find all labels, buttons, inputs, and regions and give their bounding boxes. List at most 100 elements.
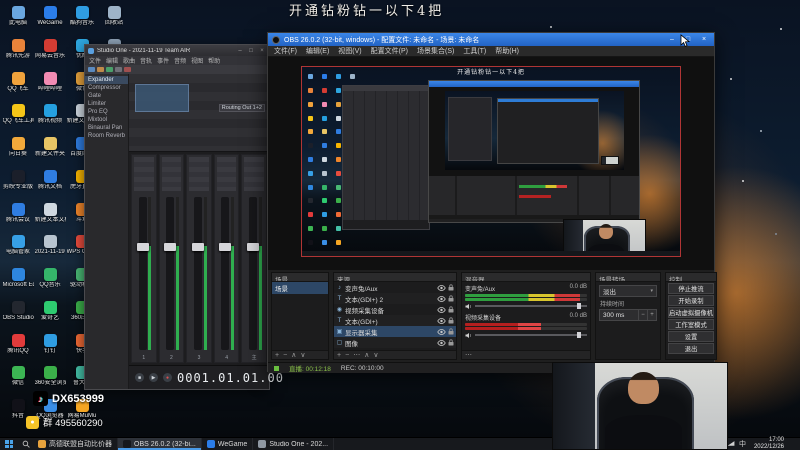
studio-one-menu-item[interactable]: 视图: [191, 56, 203, 65]
record-button[interactable]: ●: [163, 373, 172, 382]
slider-knob[interactable]: [577, 332, 582, 338]
studio-one-menu-item[interactable]: 文件: [89, 56, 101, 65]
add-scene-icon[interactable]: +: [275, 352, 279, 359]
slider-track[interactable]: [475, 303, 587, 309]
desktop-icon[interactable]: WeGame: [34, 6, 66, 39]
maximize-icon[interactable]: □: [247, 48, 255, 54]
console-channel-strip[interactable]: 3: [186, 154, 212, 363]
desktop-icon[interactable]: QQ飞车工具: [2, 104, 34, 137]
channel-fader[interactable]: [219, 197, 232, 350]
add-source-icon[interactable]: +: [337, 352, 341, 359]
effect-list-item[interactable]: Gate: [85, 92, 128, 100]
studio-one-menu-item[interactable]: 歌曲: [123, 56, 135, 65]
studio-one-menu-item[interactable]: 音频: [174, 56, 186, 65]
obs-control-button[interactable]: 退出: [668, 343, 714, 354]
toolbar-tool-icon[interactable]: [97, 67, 104, 72]
speaker-icon[interactable]: [465, 303, 472, 310]
effect-list-item[interactable]: Mixtool: [85, 116, 128, 124]
visibility-eye-icon[interactable]: [437, 306, 446, 313]
effect-list-item[interactable]: Expander: [85, 76, 128, 84]
taskbar-app-button[interactable]: OBS 26.0.2 (32-bi...: [118, 438, 202, 450]
move-source-down-icon[interactable]: ∨: [373, 351, 378, 359]
obs-control-button[interactable]: 启动虚拟摄像机: [668, 307, 714, 318]
remove-scene-icon[interactable]: −: [283, 352, 287, 359]
desktop-icon[interactable]: 回收站: [98, 6, 130, 39]
lock-icon[interactable]: [448, 339, 454, 346]
console-channel-strip[interactable]: 1: [131, 154, 157, 363]
studio-one-menu-item[interactable]: 音轨: [140, 56, 152, 65]
obs-preview-area[interactable]: 开通钻粉钻一以下4把: [268, 57, 714, 270]
visibility-eye-icon[interactable]: [437, 284, 446, 291]
close-icon[interactable]: ×: [698, 34, 710, 46]
studio-one-menu-item[interactable]: 帮助: [208, 56, 220, 65]
visibility-eye-icon[interactable]: [437, 295, 446, 302]
speaker-icon[interactable]: [465, 332, 472, 339]
lock-icon[interactable]: [448, 317, 454, 324]
obs-menu-item[interactable]: 工具(T): [463, 46, 486, 56]
transition-select[interactable]: 淡出 ▾: [599, 285, 657, 297]
remove-source-icon[interactable]: −: [345, 352, 349, 359]
desktop-icon[interactable]: 网易云音乐: [34, 38, 66, 72]
desktop-icon[interactable]: 新建文本文档: [34, 202, 66, 236]
stop-button[interactable]: ■: [135, 373, 144, 382]
close-icon[interactable]: ×: [258, 48, 266, 54]
play-button[interactable]: ▶: [149, 373, 158, 382]
source-properties-icon[interactable]: ⋯: [353, 351, 360, 359]
desktop-icon[interactable]: 腾讯先游: [2, 38, 34, 72]
lock-icon[interactable]: [448, 306, 454, 313]
obs-menu-item[interactable]: 配置文件(P): [371, 46, 408, 56]
toolbar-tool-icon[interactable]: [106, 67, 113, 72]
studio-one-menu-item[interactable]: 事件: [157, 56, 169, 65]
minimize-icon[interactable]: –: [666, 34, 678, 46]
obs-titlebar[interactable]: OBS 26.0.2 (32-bit, windows) - 配置文件: 未命名…: [268, 33, 714, 46]
slider-track[interactable]: [475, 332, 587, 338]
mixer-options-icon[interactable]: ⋯: [465, 351, 472, 359]
obs-menu-item[interactable]: 帮助(H): [495, 46, 519, 56]
desktop-icon[interactable]: 腾讯视频: [34, 104, 66, 137]
desktop-icon[interactable]: 此电脑: [2, 6, 34, 39]
search-button[interactable]: [18, 438, 33, 450]
minimize-icon[interactable]: –: [236, 48, 244, 54]
lock-icon[interactable]: [448, 295, 454, 302]
effect-list-item[interactable]: Compressor: [85, 84, 128, 92]
obs-window[interactable]: OBS 26.0.2 (32-bit, windows) - 配置文件: 未命名…: [267, 32, 717, 373]
desktop-icon[interactable]: 2021-11-19 Team AIR: [34, 235, 66, 268]
visibility-eye-icon[interactable]: [437, 339, 446, 346]
obs-control-button[interactable]: 工作室模式: [668, 319, 714, 330]
studio-one-arrangement[interactable]: Routing Out 1+2: [129, 74, 269, 152]
desktop-icon[interactable]: Microsoft Edge: [2, 268, 34, 301]
effect-list-item[interactable]: Limiter: [85, 100, 128, 108]
channel-fader[interactable]: [164, 197, 177, 350]
desktop-icon[interactable]: 爱奇艺: [34, 300, 66, 334]
obs-menu-item[interactable]: 文件(F): [274, 46, 297, 56]
desktop-icon[interactable]: 新建文件夹: [34, 137, 66, 170]
volume-slider[interactable]: [465, 331, 587, 339]
desktop-icon[interactable]: 腾讯QQ: [2, 333, 34, 367]
taskbar-app-button[interactable]: Studio One - 202...: [253, 438, 335, 450]
obs-control-button[interactable]: 停止推流: [668, 283, 714, 294]
desktop-icon[interactable]: 酷狗音乐: [66, 6, 98, 39]
desktop-icon[interactable]: QQ飞车: [2, 71, 34, 105]
preview-display-capture[interactable]: 开通钻粉钻一以下4把: [301, 66, 681, 257]
duration-increase-icon[interactable]: +: [647, 310, 656, 320]
volume-slider[interactable]: [465, 302, 587, 310]
toolbar-tool-icon[interactable]: [115, 67, 122, 72]
desktop-icon[interactable]: 钉钉: [34, 333, 66, 367]
move-scene-down-icon[interactable]: ∨: [300, 351, 305, 359]
slider-knob[interactable]: [577, 303, 582, 309]
desktop-icon[interactable]: 电脑管家: [2, 235, 34, 268]
toolbar-tool-icon[interactable]: [124, 67, 131, 72]
clock[interactable]: 17:00 2022/12/26: [750, 437, 788, 450]
desktop-icon[interactable]: 腾讯文档: [34, 169, 66, 203]
desktop-icon[interactable]: 向日葵: [2, 137, 34, 170]
scenes-list[interactable]: 场景: [272, 282, 328, 350]
channel-fader[interactable]: [136, 197, 149, 350]
studio-one-menu-item[interactable]: 编辑: [106, 56, 118, 65]
obs-control-button[interactable]: 设置: [668, 331, 714, 342]
obs-menu-item[interactable]: 视图(V): [338, 46, 361, 56]
source-list-item[interactable]: ◉ 视频采集设备: [334, 304, 456, 315]
sources-list[interactable]: ♪ 变声兔/Aux T 文本(GDI+) 2 ◉ 视频采集设备 T 文本(GDI…: [334, 282, 456, 350]
desktop-icon[interactable]: QQ音乐: [34, 268, 66, 301]
taskbar-app-button[interactable]: WeGame: [202, 438, 254, 450]
effect-list-item[interactable]: Binaural Pan: [85, 124, 128, 132]
